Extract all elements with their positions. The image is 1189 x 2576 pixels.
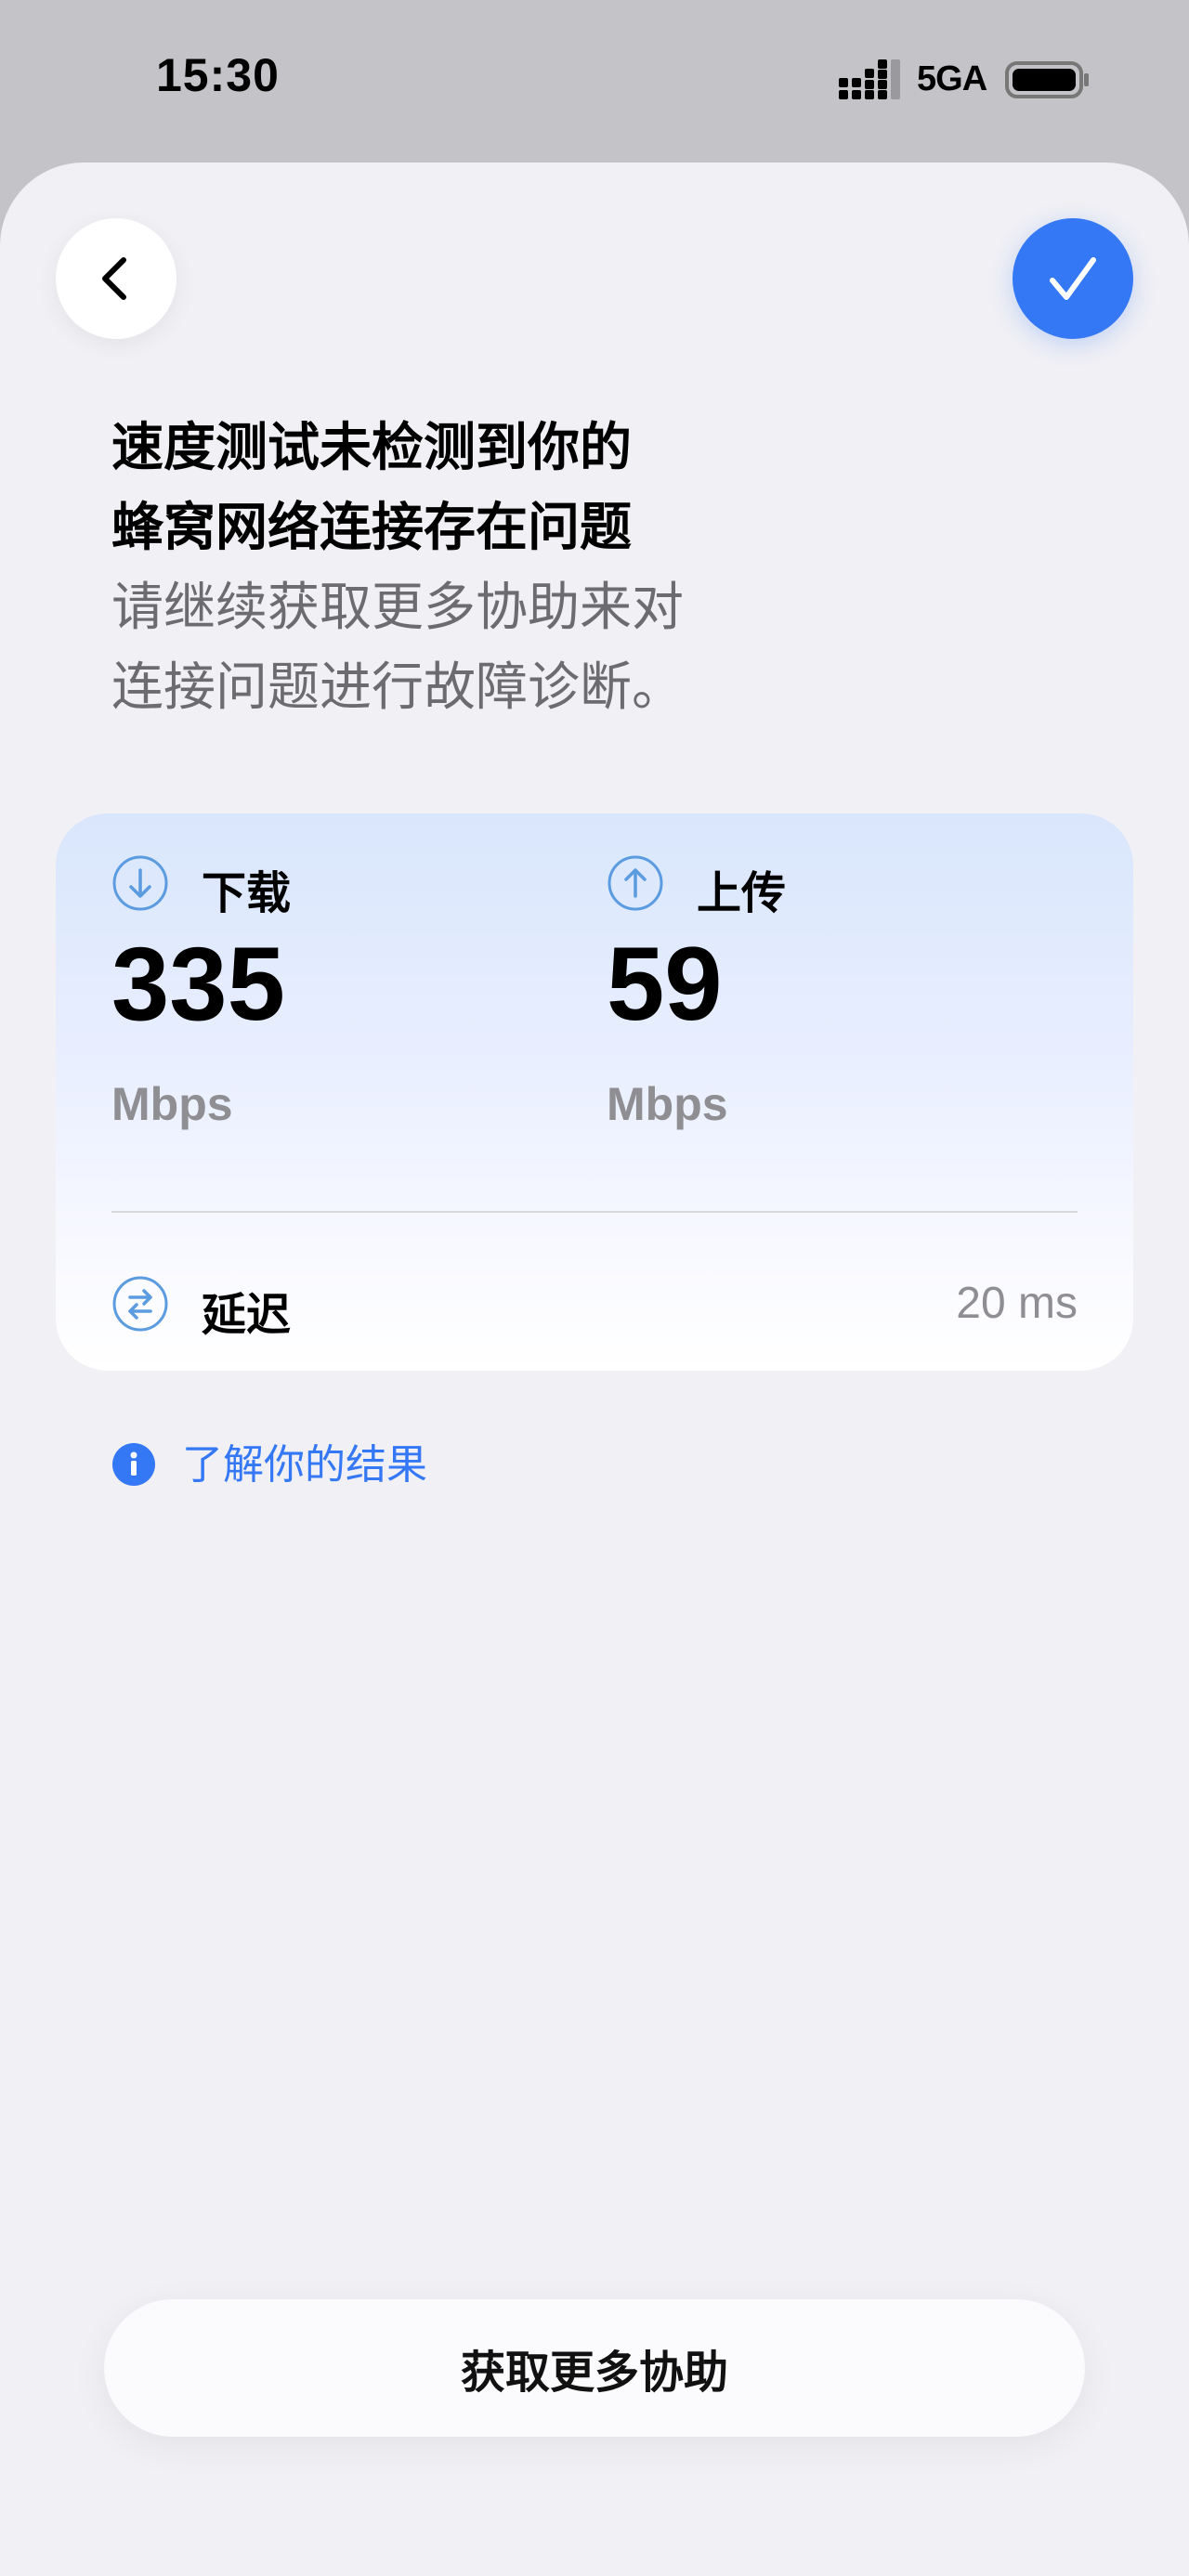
back-button[interactable] (56, 218, 176, 339)
result-subtitle: 请继续获取更多协助来对 连接问题进行故障诊断。 (111, 578, 684, 718)
checkmark-icon (1050, 257, 1096, 300)
upload-unit: Mbps (607, 1078, 728, 1130)
download-value: 335 (111, 926, 285, 1042)
get-more-help-button[interactable]: 获取更多协助 (104, 2299, 1085, 2437)
result-title: 速度测试未检测到你的 蜂窝网络连接存在问题 (111, 418, 632, 558)
status-bar: 15:30 5GA (0, 0, 1189, 163)
arrow-up-circle-icon (608, 855, 663, 911)
arrows-swap-circle-icon (112, 1276, 168, 1332)
chevron-left-icon (102, 257, 126, 300)
card-divider (111, 1211, 1078, 1213)
done-button[interactable] (1013, 218, 1133, 339)
headline: 速度测试未检测到你的 蜂窝网络连接存在问题 请继续获取更多协助来对 连接问题进行… (111, 409, 1040, 728)
network-type-label: 5GA (917, 59, 987, 98)
battery-icon (1005, 61, 1089, 98)
learn-results-label[interactable]: 了解你的结果 (182, 1439, 427, 1491)
info-circle-icon (112, 1443, 155, 1486)
download-label: 下载 (202, 867, 292, 919)
cellular-signal-icon (839, 59, 900, 99)
latency-value: 20 ms (956, 1279, 1078, 1328)
download-unit: Mbps (111, 1078, 233, 1130)
speed-results-card: 下载 335 Mbps 上传 59 Mbps 延迟 20 ms (56, 813, 1133, 1371)
arrow-down-circle-icon (112, 855, 168, 911)
latency-label: 延迟 (202, 1289, 292, 1341)
upload-label: 上传 (697, 867, 787, 919)
status-time: 15:30 (156, 49, 280, 101)
upload-value: 59 (607, 926, 723, 1042)
